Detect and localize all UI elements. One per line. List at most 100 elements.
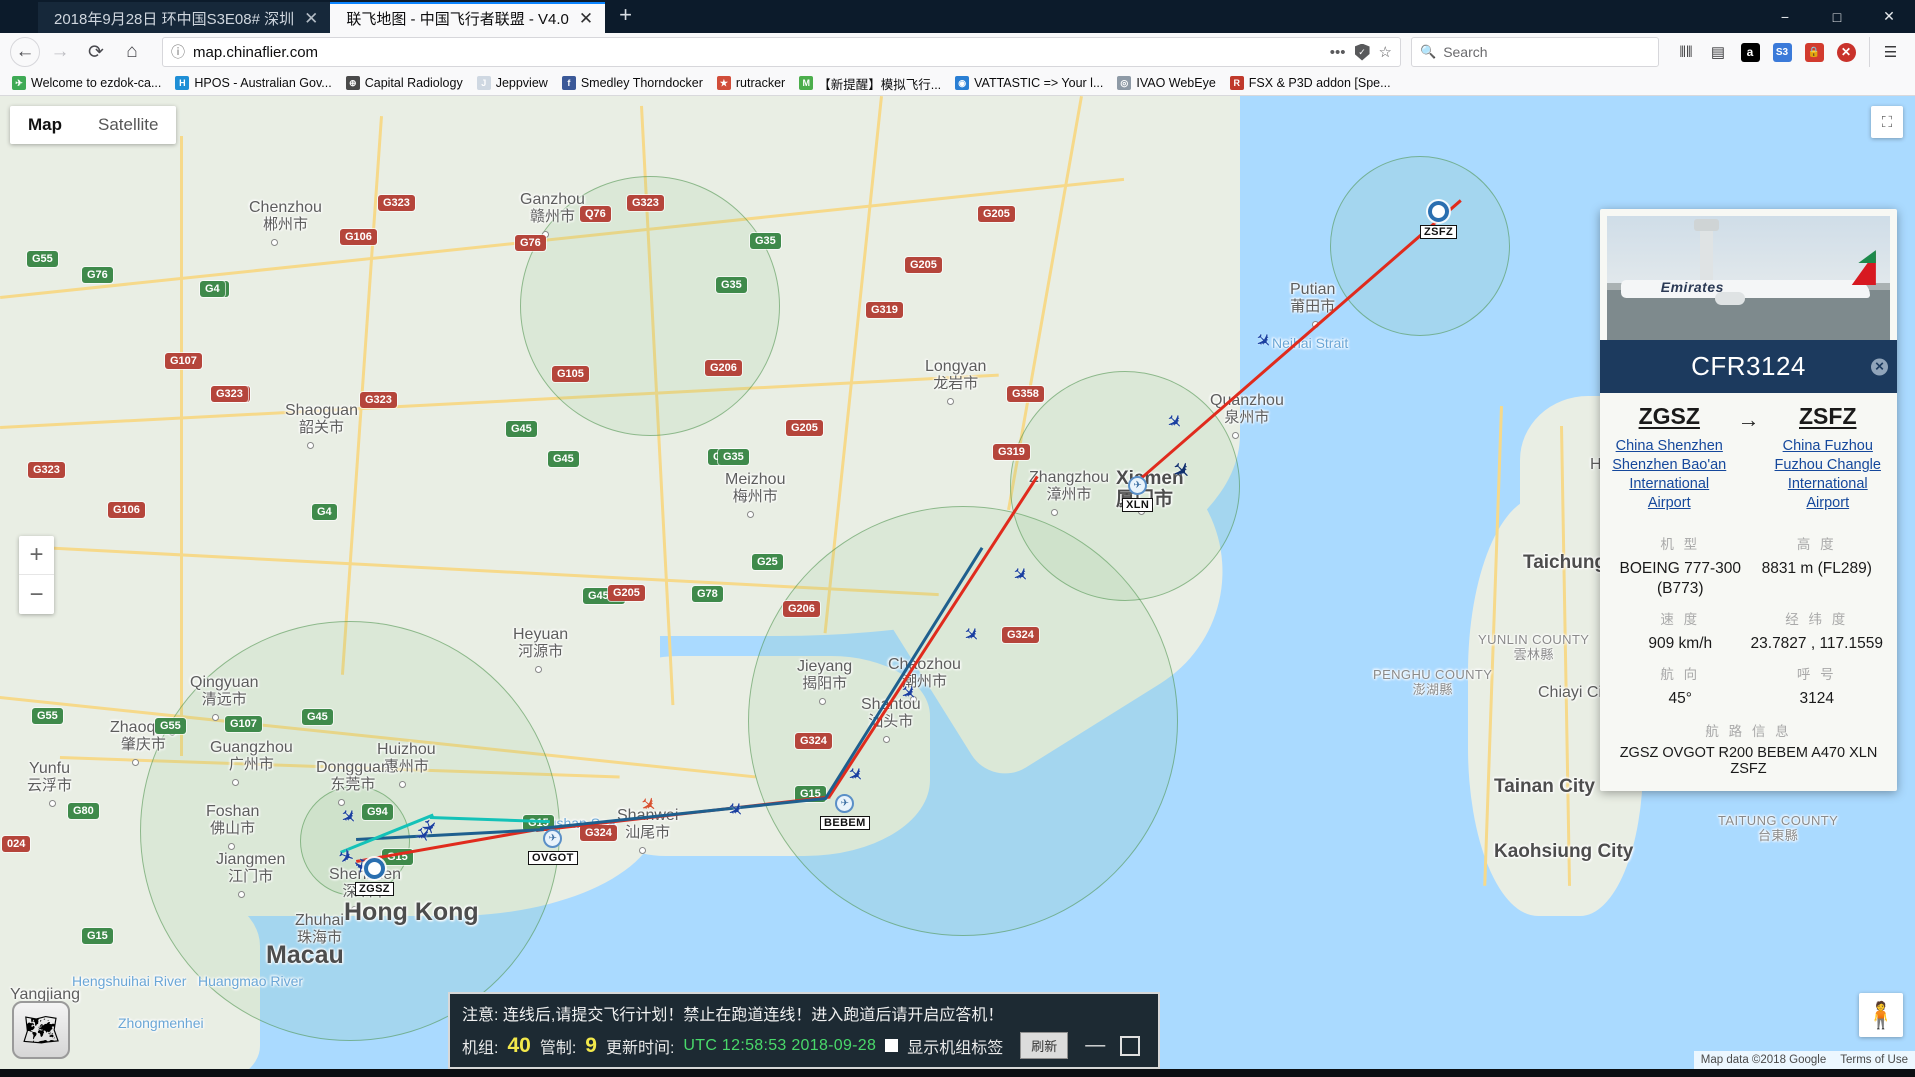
bookmark-item-9[interactable]: R FSX & P3D addon [Spe... — [1224, 74, 1397, 92]
map-type-satellite[interactable]: Satellite — [80, 106, 176, 144]
waypoint-marker-bebem[interactable]: ✈ BEBEM — [820, 794, 870, 830]
bookmark-label: Welcome to ezdok-ca... — [31, 76, 162, 90]
highway-shield: G80 — [68, 803, 99, 820]
show-crew-labels-label: 显示机组标签 — [907, 1039, 1004, 1057]
map-city-label: Ganzhou 赣州市 — [520, 191, 585, 225]
adblock-icon[interactable]: ✕ — [1831, 37, 1861, 67]
bookmark-item-5[interactable]: ★ rutracker — [711, 74, 791, 92]
forward-button[interactable]: → — [44, 36, 76, 68]
arrival-airport[interactable]: ZSFZ China Fuzhou Fuzhou Changle Interna… — [1771, 403, 1886, 514]
hamburger-menu-icon[interactable]: ☰ — [1869, 37, 1905, 67]
bookmark-item-3[interactable]: J Jeppview — [471, 74, 554, 92]
waypoint-marker-ovgot[interactable]: ✈ OVGOT — [528, 829, 578, 865]
callsign-title: CFR3124 — [1691, 351, 1806, 381]
search-input[interactable]: Search — [1443, 44, 1487, 60]
new-tab-button[interactable]: + — [605, 2, 646, 32]
s3-browser-icon[interactable]: S3 — [1767, 37, 1797, 67]
bookmark-item-4[interactable]: f Smedley Thorndocker — [556, 74, 709, 92]
shield-icon[interactable] — [1354, 43, 1370, 61]
map-type-map[interactable]: Map — [10, 106, 80, 144]
maximize-button[interactable]: □ — [1811, 0, 1863, 33]
range-ring-fuzhou — [1330, 156, 1510, 336]
highway-shield: G358 — [1007, 386, 1044, 403]
highway-shield: G323 — [28, 462, 65, 479]
back-button[interactable]: ← — [10, 37, 40, 67]
info-circle-icon[interactable]: ⓘ — [171, 42, 185, 62]
widget-maximize-button[interactable] — [1120, 1035, 1141, 1056]
airport-marker-zgsz[interactable]: ZGSZ — [355, 858, 394, 896]
highway-shield: G205 — [608, 585, 645, 602]
refresh-button[interactable]: 刷新 — [1020, 1032, 1069, 1059]
airport-marker-zsfz[interactable]: ZSFZ — [1420, 201, 1458, 239]
arrival-icao[interactable]: ZSFZ — [1771, 403, 1886, 430]
waypoint-marker-xln[interactable]: ✈ XLN — [1122, 476, 1154, 512]
amazon-icon[interactable]: a — [1735, 37, 1765, 67]
search-bar[interactable]: 🔍 Search — [1411, 37, 1659, 67]
sidebar-icon[interactable]: ▤ — [1703, 37, 1733, 67]
waypoint-icon: ✈ — [835, 794, 855, 813]
map-layers-icon[interactable]: 🗺 — [12, 1001, 70, 1059]
attribution-terms[interactable]: Terms of Use — [1833, 1051, 1915, 1069]
field-value-altitude: 8831 m (FL289) — [1761, 559, 1872, 577]
highway-shield: G324 — [795, 733, 832, 750]
bookmark-item-6[interactable]: M 【新提醒】模拟飞行... — [793, 72, 947, 95]
status-widget[interactable]: 注意: 连线后,请提交飞行计划！禁止在跑道连线！进入跑道后请开启应答机！ 机组:… — [448, 992, 1160, 1069]
departure-icao[interactable]: ZGSZ — [1612, 403, 1727, 430]
bookmark-item-1[interactable]: H HPOS - Australian Gov... — [169, 74, 337, 92]
bookmark-item-7[interactable]: ◉ VATTASTIC => Your l... — [949, 74, 1109, 92]
page-actions-icon[interactable]: ••• — [1330, 44, 1346, 61]
show-crew-labels-checkbox[interactable] — [885, 1039, 899, 1052]
map-city-label: Yunfu 云浮市 — [27, 760, 73, 794]
departure-airport-name[interactable]: China Shenzhen Shenzhen Bao'an Internati… — [1612, 437, 1727, 514]
toolbar-icons: ⦀⦀ ▤ a S3 🔒 ✕ ☰ — [1663, 37, 1905, 67]
route-arrow-icon: → — [1737, 407, 1760, 432]
zoom-out-button[interactable]: − — [19, 575, 54, 614]
star-icon[interactable]: ☆ — [1379, 43, 1392, 61]
highway-shield: G105 — [552, 366, 589, 383]
route-info-value: ZGSZ OVGOT R200 BEBEM A470 XLN ZSFZ — [1619, 745, 1878, 778]
reload-button[interactable]: ⟳ — [80, 36, 112, 68]
close-icon[interactable]: ✕ — [304, 10, 318, 27]
map-city-dot — [399, 781, 406, 788]
map-place-label: Taichung — [1523, 552, 1607, 573]
map-place-label: Kaohsiung City — [1494, 841, 1634, 862]
library-icon[interactable]: ⦀⦀ — [1671, 37, 1701, 67]
zoom-in-button[interactable]: + — [19, 536, 54, 575]
map-city-dot — [1232, 432, 1239, 439]
tab-1[interactable]: 联飞地图 - 中国飞行者联盟 - V4.0 ✕ — [330, 2, 606, 33]
aircraft-photo: Emirates — [1607, 216, 1890, 340]
bookmark-label: Capital Radiology — [364, 76, 463, 90]
bookmark-item-2[interactable]: ⊕ Capital Radiology — [340, 74, 469, 92]
tab-0[interactable]: 2018年9月28日 环中国S3E08# 深圳 ✕ — [38, 2, 331, 33]
airport-label: ZGSZ — [355, 882, 394, 896]
navigation-bar: ← → ⟳ ⌂ ⓘ map.chinaflier.com ••• ☆ 🔍 Sea… — [0, 33, 1915, 71]
map-viewport[interactable]: Map Satellite ⛶ + − ✈ ✈ ✈ ✈ ✈ ✈ ✈ ✈ ✈ ✈ … — [0, 96, 1915, 1069]
street-view-pegman-icon[interactable]: 🧍 — [1859, 993, 1903, 1037]
close-window-button[interactable]: ✕ — [1863, 0, 1915, 33]
close-icon[interactable]: ✕ — [579, 10, 593, 27]
bookmark-favicon: ★ — [716, 76, 731, 90]
fullscreen-icon[interactable]: ⛶ — [1871, 106, 1903, 138]
arrival-airport-name[interactable]: China Fuzhou Fuzhou Changle Internationa… — [1771, 437, 1886, 514]
highway-shield: Q76 — [580, 206, 611, 223]
close-icon[interactable]: ✕ — [1871, 358, 1888, 375]
lastpass-icon[interactable]: 🔒 — [1799, 37, 1829, 67]
url-bar[interactable]: ⓘ map.chinaflier.com ••• ☆ — [162, 37, 1401, 67]
home-button[interactable]: ⌂ — [116, 36, 148, 68]
bookmark-item-8[interactable]: ◎ IVAO WebEye — [1111, 74, 1221, 92]
crew-label: 机组: — [462, 1039, 499, 1057]
map-canvas[interactable]: Map Satellite ⛶ + − ✈ ✈ ✈ ✈ ✈ ✈ ✈ ✈ ✈ ✈ … — [0, 96, 1915, 1069]
bookmark-item-0[interactable]: ✈ Welcome to ezdok-ca... — [6, 74, 167, 92]
highway-shield: G206 — [783, 601, 820, 618]
widget-minimize-button[interactable]: — — [1085, 1034, 1105, 1057]
bookmark-label: FSX & P3D addon [Spe... — [1248, 76, 1391, 90]
minimize-button[interactable]: − — [1759, 0, 1811, 33]
bookmark-favicon: H — [175, 76, 190, 90]
flight-info-panel[interactable]: Emirates CFR3124 ✕ ZGSZ China Shenzhen S… — [1600, 209, 1897, 792]
airline-livery-text: Emirates — [1660, 279, 1724, 296]
map-county-label: YUNLIN COUNTY 雲林縣 — [1478, 632, 1590, 662]
highway-shield: G324 — [580, 825, 617, 842]
departure-airport[interactable]: ZGSZ China Shenzhen Shenzhen Bao'an Inte… — [1612, 403, 1727, 514]
map-city-dot — [883, 736, 890, 743]
map-type-control: Map Satellite — [10, 106, 177, 144]
